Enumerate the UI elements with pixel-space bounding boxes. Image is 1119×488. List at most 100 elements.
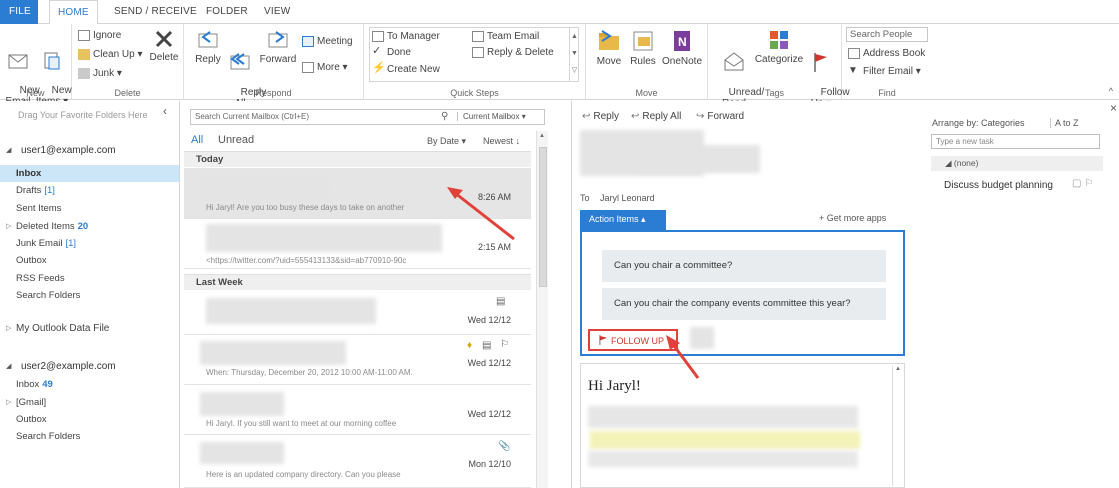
reading-reply-button[interactable]: ↩ Reply	[582, 111, 619, 122]
address-book-button[interactable]: Address Book	[848, 48, 925, 59]
move-button[interactable]: Move	[592, 28, 626, 67]
quickstep-to-manager[interactable]: To Manager	[372, 31, 440, 42]
delete-button[interactable]: Delete	[148, 28, 180, 63]
folder-sent-items[interactable]: Sent Items	[16, 203, 61, 214]
blurred-sender	[200, 442, 284, 464]
address-book-icon	[848, 48, 860, 59]
sort-by-date[interactable]: By Date ▾	[427, 136, 466, 147]
sort-a-to-z[interactable]: A to Z	[1050, 118, 1079, 128]
group-delete: Ignore Clean Up ▾ Junk ▾ Delete Delete	[72, 24, 184, 100]
folder-inbox[interactable]: Inbox	[0, 165, 179, 182]
group-header-today[interactable]: Today	[184, 151, 531, 167]
folder-gmail[interactable]: [Gmail]	[6, 397, 46, 408]
reply-all-icon	[230, 53, 250, 70]
calendar-icon: ▤	[496, 296, 506, 307]
folder-deleted-items[interactable]: Deleted Items20	[6, 221, 89, 232]
onenote-button[interactable]: N OneNote	[660, 28, 704, 67]
folder-inbox-2[interactable]: Inbox 49	[16, 379, 53, 390]
quick-steps-scroll[interactable]: ▲ ▼ ▽	[569, 28, 579, 81]
group-quick-steps-label: Quick Steps	[450, 88, 499, 98]
suggestion-item[interactable]: Can you chair the company events committ…	[602, 288, 886, 320]
reply-button[interactable]: Reply	[192, 28, 224, 65]
arrange-by[interactable]: Arrange by: Categories	[932, 118, 1025, 128]
quickstep-done[interactable]: ✓ Done	[372, 46, 411, 59]
new-task-input[interactable]: Type a new task	[931, 134, 1100, 149]
message-item[interactable]: Hi Jaryl! Are you too busy these days to…	[184, 168, 531, 219]
folder-search-folders-2[interactable]: Search Folders	[16, 431, 80, 442]
follow-up-button[interactable]: FOLLOW UP	[588, 329, 678, 351]
meeting-button[interactable]: Meeting	[302, 36, 353, 47]
quickstep-team-email[interactable]: Team Email	[472, 31, 539, 42]
expand-triangle-icon: ◢	[6, 147, 12, 154]
group-header-last-week[interactable]: Last Week	[184, 274, 531, 290]
close-pane-icon[interactable]: ×	[1110, 101, 1117, 115]
search-mailbox-input[interactable]: Search Current Mailbox (Ctrl+E) ⚲ Curren…	[190, 109, 545, 125]
suggestion-item[interactable]: Can you chair a committee?	[602, 250, 886, 282]
filter-all[interactable]: All	[191, 134, 203, 146]
rules-button[interactable]: Rules	[628, 28, 658, 67]
action-items-tab[interactable]: Action Items ▴	[580, 210, 666, 230]
blurred-sender	[206, 224, 442, 252]
tab-file[interactable]: FILE	[0, 0, 38, 24]
filter-unread[interactable]: Unread	[218, 134, 254, 146]
group-respond: Reply Reply All Forward Meeting More ▾ R…	[184, 24, 364, 109]
blurred-sender	[206, 298, 376, 324]
reading-reply-all-button[interactable]: ↩ Reply All	[631, 111, 681, 122]
svg-text:N: N	[678, 35, 687, 49]
folder-count: 49	[42, 379, 53, 390]
task-item[interactable]: Discuss budget planning	[944, 180, 1053, 191]
flag-outline-icon[interactable]: ⚐	[500, 339, 509, 350]
message-item[interactable]: <https://twitter.com/?uid=555413133&sid=…	[184, 219, 531, 269]
get-more-apps-link[interactable]: + Get more apps	[819, 213, 886, 223]
message-list-scrollbar[interactable]: ▲	[536, 131, 548, 488]
tab-send-receive[interactable]: SEND / RECEIVE	[114, 0, 197, 24]
filter-email-button[interactable]: ▼ Filter Email ▾	[848, 66, 921, 78]
group-find: Search People Address Book ▼ Filter Email…	[842, 24, 932, 100]
folder-rss-feeds[interactable]: RSS Feeds	[16, 273, 65, 284]
message-item[interactable]: When: Thursday, December 20, 2012 10:00 …	[184, 335, 531, 385]
quickstep-reply-delete[interactable]: Reply & Delete	[472, 47, 554, 58]
tab-home[interactable]: HOME	[49, 0, 98, 25]
junk-button[interactable]: Junk ▾	[78, 68, 122, 79]
task-flag-icon[interactable]: ▢ ⚐	[1072, 178, 1093, 189]
search-icon[interactable]: ⚲	[441, 111, 448, 122]
folder-data-file[interactable]: My Outlook Data File	[6, 323, 109, 334]
tab-view[interactable]: VIEW	[264, 0, 290, 24]
folder-drafts[interactable]: Drafts [1]	[16, 185, 55, 196]
quickstep-create-new[interactable]: ⚡Create New	[372, 63, 440, 76]
message-item[interactable]: Here is an updated company directory. Ca…	[184, 435, 531, 488]
message-item[interactable]: Hi Jaryl. If you still want to meet at o…	[184, 385, 531, 435]
search-people-input[interactable]: Search People	[846, 27, 928, 42]
reading-forward-button[interactable]: ↪ Forward	[696, 111, 744, 122]
collapse-ribbon-icon[interactable]: ^	[1109, 86, 1113, 96]
todo-pane: × Arrange by: Categories A to Z Type a n…	[922, 101, 1119, 488]
scroll-thumb[interactable]	[539, 147, 547, 287]
blurred-sender	[200, 341, 346, 365]
clean-up-button[interactable]: Clean Up ▾	[78, 49, 143, 60]
categorize-button[interactable]: Categorize	[754, 28, 804, 65]
folder-outbox[interactable]: Outbox	[16, 255, 47, 266]
folder-junk-email[interactable]: Junk Email [1]	[16, 238, 76, 249]
new-items-icon	[44, 52, 60, 70]
account-header-2[interactable]: ◢ user2@example.com	[0, 356, 158, 378]
follow-up-flag-icon	[599, 335, 608, 345]
folder-count: 20	[77, 221, 89, 232]
forward-button[interactable]: Forward	[258, 28, 298, 65]
account-name: user1@example.com	[21, 145, 116, 156]
group-delete-label: Delete	[114, 88, 141, 98]
scroll-up-icon[interactable]: ▲	[539, 133, 545, 139]
message-item[interactable]: ▤ Wed 12/12	[184, 291, 531, 335]
group-quick-steps: To Manager ✓ Done ⚡Create New Team Email …	[364, 24, 586, 100]
more-respond-button[interactable]: More ▾	[302, 62, 348, 73]
tab-folder[interactable]: FOLDER	[206, 0, 248, 24]
body-scrollbar[interactable]: ▲	[892, 366, 903, 486]
group-tags-label: Tags	[764, 88, 784, 98]
folder-search-folders[interactable]: Search Folders	[16, 290, 80, 301]
search-scope-dropdown[interactable]: Current Mailbox ▾	[457, 112, 526, 121]
account-header-1[interactable]: ◢ user1@example.com	[0, 140, 158, 162]
category-header[interactable]: ◢ (none)	[931, 156, 1103, 171]
collapse-pane-icon[interactable]: ‹	[163, 104, 167, 118]
ignore-button[interactable]: Ignore	[78, 30, 121, 41]
sort-order[interactable]: Newest ↓	[483, 136, 520, 146]
folder-outbox-2[interactable]: Outbox	[16, 414, 47, 425]
